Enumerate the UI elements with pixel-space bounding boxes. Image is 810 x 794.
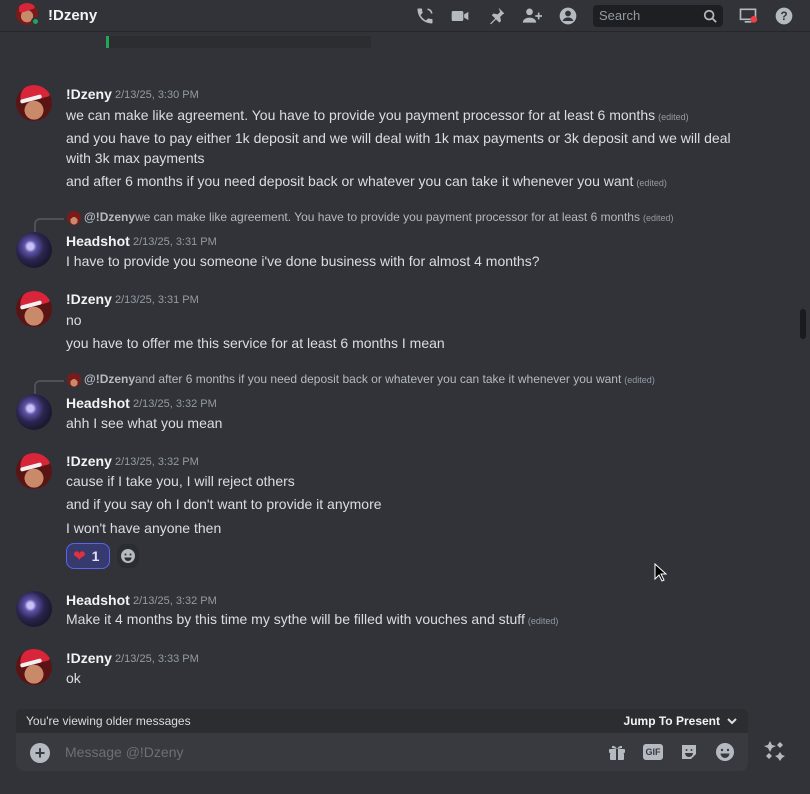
message-text: Make it 4 months by this time my sythe w…: [66, 611, 559, 627]
sticker-icon[interactable]: [679, 742, 699, 762]
gif-button[interactable]: GIF: [643, 744, 663, 760]
online-status-icon: [31, 17, 40, 26]
reply-text: we can make like agreement. You have to …: [135, 210, 674, 224]
message-timestamp: 2/13/25, 3:31 PM: [133, 236, 217, 248]
reply-reference[interactable]: @!Dzeny and after 6 months if you need d…: [34, 372, 734, 394]
reaction-count: 1: [91, 548, 100, 564]
avatar[interactable]: [16, 291, 52, 327]
author-name[interactable]: !Dzeny: [66, 86, 112, 102]
message-list[interactable]: !Dzeny 2/13/25, 3:30 PM we can make like…: [0, 33, 810, 709]
author-name[interactable]: !Dzeny: [66, 453, 112, 469]
author-name[interactable]: Headshot: [66, 233, 130, 249]
add-friend-icon[interactable]: [521, 5, 543, 27]
scrollbar-thumb[interactable]: [800, 309, 806, 339]
avatar[interactable]: [16, 394, 52, 430]
message-text: and you have to pay either 1k deposit an…: [66, 130, 731, 166]
message-composer[interactable]: + Message @!Dzeny GIF: [16, 733, 748, 771]
message-timestamp: 2/13/25, 3:31 PM: [115, 294, 199, 306]
avatar[interactable]: [16, 453, 52, 489]
reply-reference[interactable]: @!Dzeny we can make like agreement. You …: [34, 210, 734, 232]
reply-spine: [34, 218, 64, 232]
phone-icon[interactable]: [414, 5, 436, 27]
pin-icon[interactable]: [485, 5, 507, 27]
heart-icon: ❤: [73, 547, 86, 565]
reply-avatar: [67, 211, 81, 225]
search-icon: [703, 9, 717, 23]
message-text: ok: [66, 670, 81, 686]
older-messages-text: You're viewing older messages: [26, 714, 191, 728]
gift-icon[interactable]: [607, 742, 627, 762]
profile-icon[interactable]: [557, 5, 579, 27]
channel-header: !Dzeny Search ?: [0, 0, 810, 32]
svg-text:?: ?: [780, 10, 787, 23]
avatar[interactable]: [16, 85, 52, 121]
avatar[interactable]: [16, 591, 52, 627]
message-text: we can make like agreement. You have to …: [66, 107, 689, 123]
message-text: I have to provide you someone i've done …: [66, 253, 540, 269]
message-timestamp: 2/13/25, 3:32 PM: [133, 398, 217, 410]
message-timestamp: 2/13/25, 3:30 PM: [115, 89, 199, 101]
mouse-cursor-icon: [654, 562, 668, 583]
reply-avatar: [67, 373, 81, 387]
add-reaction-button[interactable]: [117, 544, 139, 568]
reply-text: and after 6 months if you need deposit b…: [135, 372, 655, 386]
message-text: no: [66, 312, 82, 328]
reply-spine: [34, 380, 64, 394]
message-text: ahh I see what you mean: [66, 415, 223, 431]
search-placeholder: Search: [599, 8, 641, 23]
video-icon[interactable]: [449, 5, 471, 27]
older-messages-banner: You're viewing older messages Jump To Pr…: [16, 709, 748, 733]
avatar[interactable]: [16, 649, 52, 685]
message-text: and after 6 months if you need deposit b…: [66, 173, 667, 189]
message-input[interactable]: Message @!Dzeny: [65, 744, 183, 760]
message-text: and if you say oh I don't want to provid…: [66, 496, 382, 512]
avatar[interactable]: [16, 232, 52, 268]
message-timestamp: 2/13/25, 3:33 PM: [115, 653, 199, 665]
author-name[interactable]: !Dzeny: [66, 291, 112, 307]
message-text: you have to offer me this service for at…: [66, 335, 445, 351]
upload-button[interactable]: +: [30, 743, 50, 763]
author-name[interactable]: !Dzeny: [66, 650, 112, 666]
reply-author: @!Dzeny: [84, 210, 136, 224]
chevron-down-icon[interactable]: [726, 715, 738, 727]
search-input[interactable]: Search: [593, 5, 723, 27]
jump-to-present-button[interactable]: Jump To Present: [624, 714, 720, 728]
message-text: cause if I take you, I will reject other…: [66, 473, 295, 489]
author-name[interactable]: Headshot: [66, 592, 130, 608]
inbox-icon[interactable]: [737, 5, 759, 27]
embed-fragment: [106, 36, 371, 48]
message-text: I won't have anyone then: [66, 520, 222, 536]
help-icon[interactable]: ?: [773, 5, 795, 27]
heart-reaction[interactable]: ❤ 1: [66, 543, 110, 569]
emoji-icon[interactable]: [715, 742, 735, 762]
message-timestamp: 2/13/25, 3:32 PM: [115, 456, 199, 468]
author-name[interactable]: Headshot: [66, 395, 130, 411]
apps-icon[interactable]: [764, 740, 786, 762]
reply-author: @!Dzeny: [84, 372, 136, 386]
smile-icon: [121, 549, 135, 563]
channel-title: !Dzeny: [48, 7, 98, 24]
message-timestamp: 2/13/25, 3:32 PM: [133, 595, 217, 607]
